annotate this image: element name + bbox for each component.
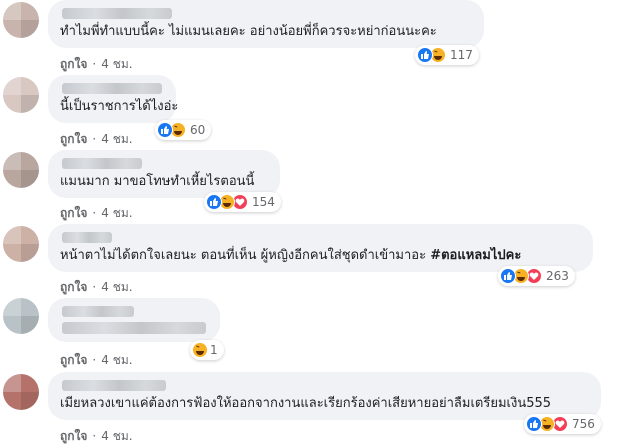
comment-actions: ถูกใจ · 4 ชม. — [60, 204, 133, 223]
comment-thread: ทำไมพี่ทำแบบนี้คะ ไม่แมนเลยคะ อย่างน้อยพ… — [0, 0, 638, 447]
comment-bubble: เมียหลวงเขาแค่ต้องการฟ้องให้ออกจากงานและ… — [48, 372, 601, 420]
timestamp[interactable]: 4 ชม. — [101, 57, 132, 71]
like-reaction-icon — [417, 47, 433, 63]
comment-text-body: หน้าตาไม่ได้ตกใจเลยนะ ตอนที่เห็น ผู้หญิง… — [60, 248, 431, 263]
author-name-redacted[interactable] — [62, 83, 162, 94]
like-reaction-icon — [157, 122, 173, 138]
timestamp[interactable]: 4 ชม. — [101, 353, 132, 367]
timestamp[interactable]: 4 ชม. — [101, 132, 132, 146]
comment-bubble — [48, 298, 220, 342]
separator: · — [92, 353, 97, 367]
reaction-count: 117 — [450, 48, 473, 62]
author-name-redacted[interactable] — [62, 8, 172, 19]
reaction-summary[interactable]: 117 — [415, 45, 479, 65]
like-reaction-icon — [500, 268, 516, 284]
like-button[interactable]: ถูกใจ — [60, 280, 87, 294]
separator: · — [92, 132, 97, 146]
separator: · — [92, 280, 97, 294]
comment-text: นี้เป็นราชการได้ไงอ่ะ — [60, 99, 179, 114]
comment-text: ทำไมพี่ทำแบบนี้คะ ไม่แมนเลยคะ อย่างน้อยพ… — [60, 24, 437, 39]
comment-text: เมียหลวงเขาแค่ต้องการฟ้องให้ออกจากงานและ… — [60, 396, 552, 411]
separator: · — [92, 206, 97, 220]
comment-actions: ถูกใจ · 4 ชม. — [60, 351, 133, 370]
comment-text-redacted — [62, 322, 206, 334]
separator: · — [92, 57, 97, 71]
like-reaction-icon — [206, 194, 222, 210]
like-button[interactable]: ถูกใจ — [60, 132, 87, 146]
comment-text: หน้าตาไม่ได้ตกใจเลยนะ ตอนที่เห็น ผู้หญิง… — [60, 248, 521, 264]
comment-actions: ถูกใจ · 4 ชม. — [60, 427, 133, 446]
like-button[interactable]: ถูกใจ — [60, 57, 87, 71]
reaction-summary[interactable]: 60 — [155, 120, 212, 140]
like-button[interactable]: ถูกใจ — [60, 429, 87, 443]
comment-bubble: นี้เป็นราชการได้ไงอ่ะ — [48, 75, 179, 123]
avatar[interactable] — [3, 226, 39, 262]
timestamp[interactable]: 4 ชม. — [101, 429, 132, 443]
avatar[interactable] — [3, 152, 39, 188]
reaction-summary[interactable]: 263 — [498, 266, 575, 286]
comment-bubble: แมนมาก มาขอโทษทำเหี้ยไรตอนนี้ — [48, 150, 280, 198]
author-name-redacted[interactable] — [62, 232, 112, 243]
reaction-summary[interactable]: 1 — [190, 340, 224, 360]
like-reaction-icon — [526, 416, 542, 432]
comment-actions: ถูกใจ · 4 ชม. — [60, 55, 133, 74]
comment-bubble: หน้าตาไม่ได้ตกใจเลยนะ ตอนที่เห็น ผู้หญิง… — [48, 224, 593, 272]
comment-actions: ถูกใจ · 4 ชม. — [60, 278, 133, 297]
comment-actions: ถูกใจ · 4 ชม. — [60, 130, 133, 149]
author-name-redacted[interactable] — [62, 158, 142, 169]
hashtag-link[interactable]: #ตอแหลมไปคะ — [430, 248, 521, 263]
author-name-redacted[interactable] — [62, 380, 166, 391]
avatar[interactable] — [3, 298, 39, 334]
reaction-count: 1 — [210, 343, 218, 357]
timestamp[interactable]: 4 ชม. — [101, 280, 132, 294]
author-name-redacted[interactable] — [62, 306, 134, 317]
avatar[interactable] — [3, 2, 39, 38]
reaction-count: 154 — [252, 195, 275, 209]
haha-reaction-icon — [192, 342, 208, 358]
comment-bubble: ทำไมพี่ทำแบบนี้คะ ไม่แมนเลยคะ อย่างน้อยพ… — [48, 0, 484, 48]
like-button[interactable]: ถูกใจ — [60, 206, 87, 220]
reaction-summary[interactable]: 154 — [204, 192, 281, 212]
reaction-summary[interactable]: 756 — [524, 414, 601, 434]
avatar[interactable] — [3, 77, 39, 113]
separator: · — [92, 429, 97, 443]
reaction-count: 756 — [572, 417, 595, 431]
comment-text: แมนมาก มาขอโทษทำเหี้ยไรตอนนี้ — [60, 174, 255, 189]
avatar[interactable] — [3, 374, 39, 410]
timestamp[interactable]: 4 ชม. — [101, 206, 132, 220]
like-button[interactable]: ถูกใจ — [60, 353, 87, 367]
reaction-count: 60 — [190, 123, 206, 137]
reaction-count: 263 — [546, 269, 569, 283]
